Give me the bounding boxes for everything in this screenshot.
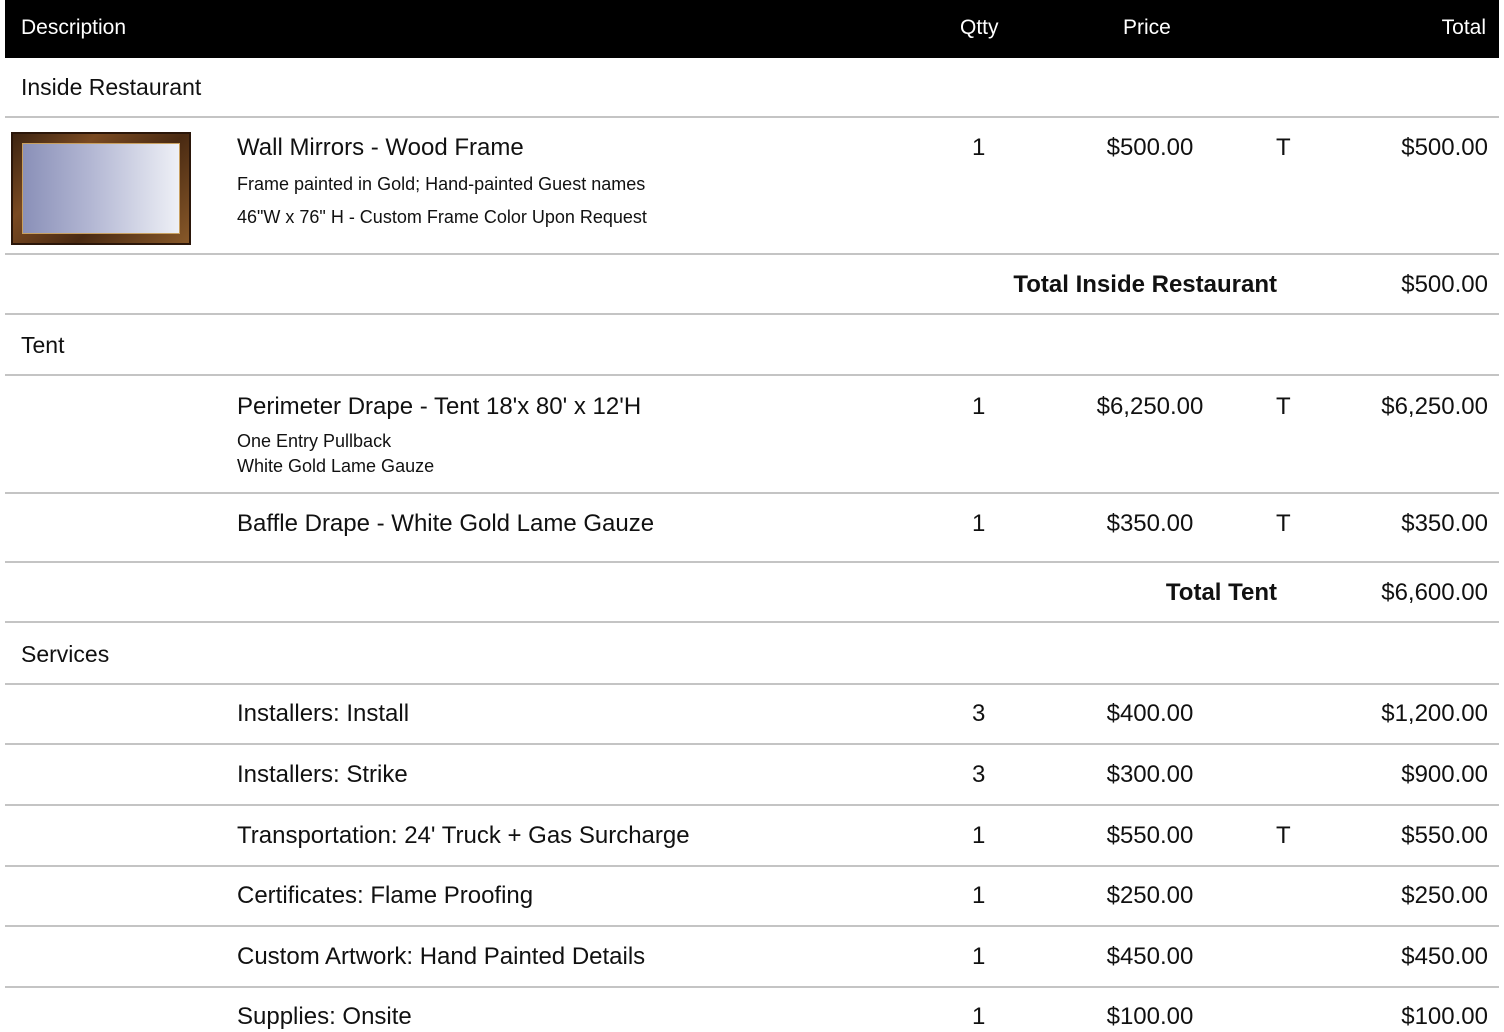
item-name: Supplies: Onsite (237, 1003, 412, 1030)
item-total: $500.00 (1401, 134, 1488, 161)
item-tax-flag: T (1276, 134, 1291, 161)
item-qty: 1 (972, 510, 986, 537)
item-name: Baffle Drape - White Gold Lame Gauze (237, 510, 655, 537)
item-total: $900.00 (1401, 761, 1488, 788)
divider (5, 621, 1499, 623)
item-name: Installers: Install (237, 700, 410, 727)
item-price: $6,250.00 (1096, 393, 1204, 420)
divider (5, 561, 1499, 563)
item-total: $100.00 (1401, 1003, 1488, 1030)
item-qty: 3 (972, 761, 986, 788)
subtotal-value: $6,600.00 (1381, 579, 1488, 606)
item-qty: 3 (972, 700, 986, 727)
quote-line-items: Description Qtty Price Total Inside Rest… (0, 0, 1504, 1032)
divider (5, 986, 1499, 988)
item-price: $350.00 (1106, 510, 1194, 537)
divider (5, 253, 1499, 255)
header-price: Price (1123, 16, 1171, 39)
item-total: $6,250.00 (1381, 393, 1488, 420)
divider (5, 313, 1499, 315)
item-total: $450.00 (1401, 943, 1488, 970)
divider (5, 743, 1499, 745)
item-name: Installers: Strike (237, 761, 408, 788)
item-total: $250.00 (1401, 882, 1488, 909)
item-name: Certificates: Flame Proofing (237, 882, 534, 909)
item-name: Wall Mirrors - Wood Frame (237, 134, 524, 161)
section-title-tent: Tent (21, 332, 65, 358)
item-price: $250.00 (1106, 882, 1194, 909)
divider (5, 683, 1499, 685)
subtotal-value: $500.00 (1401, 271, 1488, 298)
divider (5, 374, 1499, 376)
item-price: $300.00 (1106, 761, 1194, 788)
section-title-services: Services (21, 641, 110, 667)
item-qty: 1 (972, 393, 986, 420)
wall-mirror-image (11, 132, 191, 245)
item-name: Perimeter Drape - Tent 18'x 80' x 12'H (237, 393, 642, 420)
item-name: Custom Artwork: Hand Painted Details (237, 943, 646, 970)
item-note: One Entry Pullback (237, 431, 392, 451)
item-note: Frame painted in Gold; Hand-painted Gues… (237, 174, 646, 194)
subtotal-label: Total Tent (1165, 579, 1277, 606)
item-price: $500.00 (1106, 134, 1194, 161)
item-qty: 1 (972, 943, 986, 970)
item-qty: 1 (972, 822, 986, 849)
item-price: $450.00 (1106, 943, 1194, 970)
item-price: $550.00 (1106, 822, 1194, 849)
header-total: Total (1441, 16, 1486, 39)
item-name: Transportation: 24' Truck + Gas Surcharg… (237, 822, 690, 849)
item-note: 46"W x 76" H - Custom Frame Color Upon R… (237, 207, 647, 227)
table-header: Description Qtty Price Total (5, 0, 1499, 58)
section-title-inside-restaurant: Inside Restaurant (21, 74, 202, 100)
item-qty: 1 (972, 1003, 986, 1030)
subtotal-label: Total Inside Restaurant (1013, 271, 1277, 298)
item-price: $100.00 (1106, 1003, 1194, 1030)
divider (5, 865, 1499, 867)
item-tax-flag: T (1276, 393, 1291, 420)
item-qty: 1 (972, 134, 986, 161)
header-description: Description (21, 16, 127, 39)
item-qty: 1 (972, 882, 986, 909)
item-note: White Gold Lame Gauze (237, 456, 435, 476)
item-tax-flag: T (1276, 510, 1291, 537)
divider (5, 925, 1499, 927)
item-total: $350.00 (1401, 510, 1488, 537)
item-price: $400.00 (1106, 700, 1194, 727)
divider (5, 116, 1499, 118)
divider (5, 804, 1499, 806)
header-qty: Qtty (960, 16, 999, 39)
item-tax-flag: T (1276, 822, 1291, 849)
item-total: $1,200.00 (1381, 700, 1488, 727)
item-total: $550.00 (1401, 822, 1488, 849)
divider (5, 492, 1499, 494)
